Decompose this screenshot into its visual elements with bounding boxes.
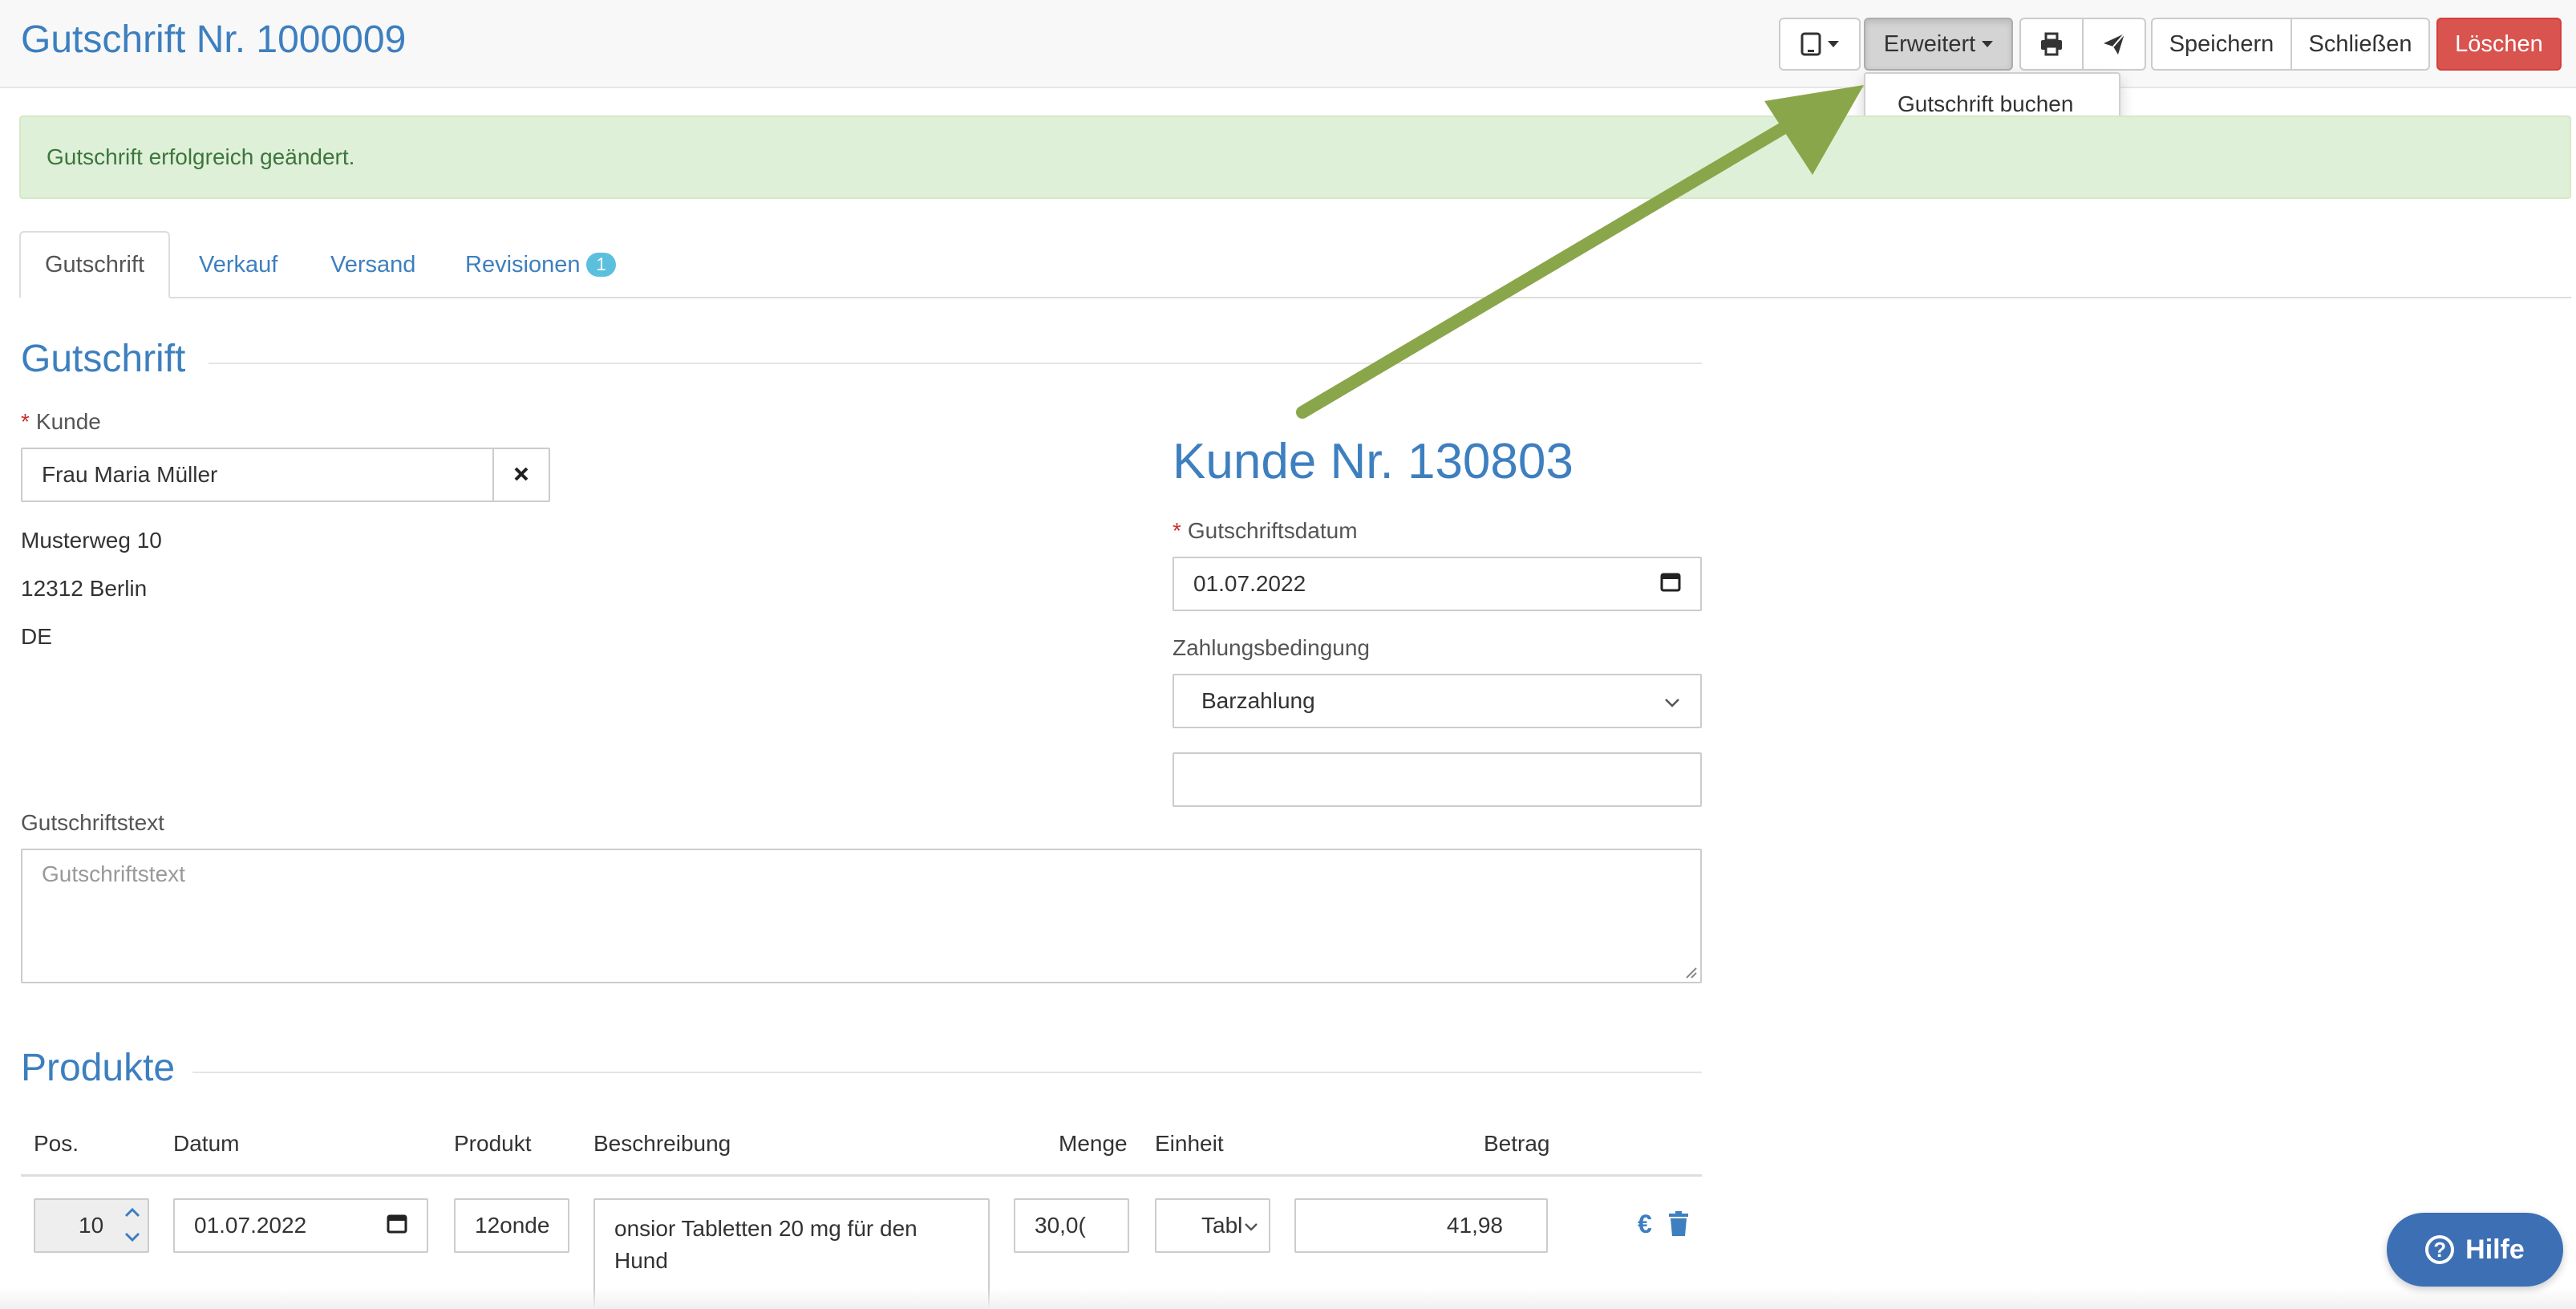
address-line: 12312 Berlin <box>21 576 148 601</box>
chevron-up-icon[interactable] <box>120 1200 144 1226</box>
calendar-icon <box>387 1213 407 1239</box>
column-header-pos: Pos. <box>34 1131 79 1156</box>
section-title-produkte: Produkte <box>21 1047 176 1089</box>
kunde-number-heading: Kunde Nr. 130803 <box>1173 434 1574 489</box>
required-marker: * <box>1173 518 1181 543</box>
clear-kunde-button[interactable] <box>492 448 550 502</box>
date-value: 01.07.2022 <box>1193 571 1306 596</box>
revision-count-badge: 1 <box>586 253 616 277</box>
zahlungsbedingung-select[interactable]: Barzahlung <box>1173 674 1702 728</box>
section-rule <box>192 1072 1702 1073</box>
calendar-icon <box>1660 571 1681 598</box>
kunde-label: * Kunde <box>21 409 101 435</box>
gutschriftstext-textarea[interactable]: Gutschriftstext <box>21 849 1702 983</box>
trash-icon[interactable] <box>1668 1211 1689 1237</box>
table-header-rule <box>21 1174 1702 1177</box>
print-icon <box>2039 32 2064 56</box>
help-button[interactable]: ? Hilfe <box>2387 1213 2563 1287</box>
chevron-down-icon <box>1663 688 1681 714</box>
row-unit-select[interactable]: Tabl <box>1155 1198 1270 1253</box>
row-amount-input[interactable]: 41,98 <box>1294 1198 1548 1253</box>
page-title: Gutschrift Nr. 1000009 <box>21 18 407 61</box>
column-header-datum: Datum <box>173 1131 240 1156</box>
print-button[interactable] <box>2019 18 2084 71</box>
send-button[interactable] <box>2082 18 2146 71</box>
tab-revisionen[interactable]: Revisionen 1 <box>441 231 640 298</box>
tab-verkauf[interactable]: Verkauf <box>175 231 302 298</box>
column-header-betrag: Betrag <box>1484 1131 1550 1156</box>
required-marker: * <box>21 409 30 434</box>
help-label: Hilfe <box>2465 1234 2525 1265</box>
gutschriftstext-label: Gutschriftstext <box>21 810 164 835</box>
gutschriftsdatum-label: * Gutschriftsdatum <box>1173 518 1358 544</box>
column-header-beschreibung: Beschreibung <box>593 1131 731 1156</box>
kunde-label-text: Kunde <box>35 409 101 434</box>
erweitert-label: Erweitert <box>1883 30 1976 57</box>
chevron-down-icon <box>1982 41 1994 47</box>
tab-gutschrift[interactable]: Gutschrift <box>19 231 170 298</box>
euro-icon[interactable]: € <box>1638 1210 1652 1239</box>
chevron-down-icon <box>1243 1213 1259 1238</box>
save-button[interactable]: Speichern <box>2151 18 2292 71</box>
select-value: Barzahlung <box>1201 688 1315 713</box>
section-title-gutschrift: Gutschrift <box>21 338 186 380</box>
address-line: Musterweg 10 <box>21 528 162 553</box>
row-product-input[interactable]: 12onde <box>454 1198 569 1253</box>
chevron-down-icon <box>1828 41 1839 47</box>
kunde-input[interactable]: Frau Maria Müller <box>21 448 494 502</box>
annotation-arrow <box>1296 85 1864 419</box>
row-quantity-input[interactable]: 30,0( <box>1014 1198 1129 1253</box>
tablet-icon <box>1800 32 1821 56</box>
row-date-value: 01.07.2022 <box>194 1213 307 1238</box>
erweitert-dropdown-button[interactable]: Erweitert <box>1864 18 2013 71</box>
close-button[interactable]: Schließen <box>2290 18 2430 71</box>
delete-button[interactable]: Löschen <box>2436 18 2562 71</box>
device-view-button[interactable] <box>1779 18 1861 71</box>
chevron-down-icon[interactable] <box>120 1226 144 1251</box>
column-header-produkt: Produkt <box>454 1131 532 1156</box>
question-icon: ? <box>2425 1235 2455 1264</box>
column-header-einheit: Einheit <box>1155 1131 1224 1156</box>
tab-revisionen-label: Revisionen <box>465 251 581 278</box>
gutschriftsdatum-label-text: Gutschriftsdatum <box>1187 518 1358 543</box>
row-unit-value: Tabl <box>1201 1213 1243 1238</box>
position-value: 10 <box>79 1213 104 1238</box>
close-icon <box>513 462 529 488</box>
row-date-input[interactable]: 01.07.2022 <box>173 1198 428 1253</box>
resize-handle-icon[interactable] <box>1684 966 1697 979</box>
address-line: DE <box>21 624 52 649</box>
zahlungsbedingung-label: Zahlungsbedingung <box>1173 635 1370 660</box>
paper-plane-icon <box>2102 32 2126 56</box>
column-header-menge: Menge <box>1059 1131 1128 1156</box>
tab-versand[interactable]: Versand <box>306 231 439 298</box>
gutschriftsdatum-input[interactable]: 01.07.2022 <box>1173 557 1702 611</box>
extra-field-input[interactable] <box>1173 752 1702 807</box>
bottom-fade <box>0 1288 2576 1309</box>
